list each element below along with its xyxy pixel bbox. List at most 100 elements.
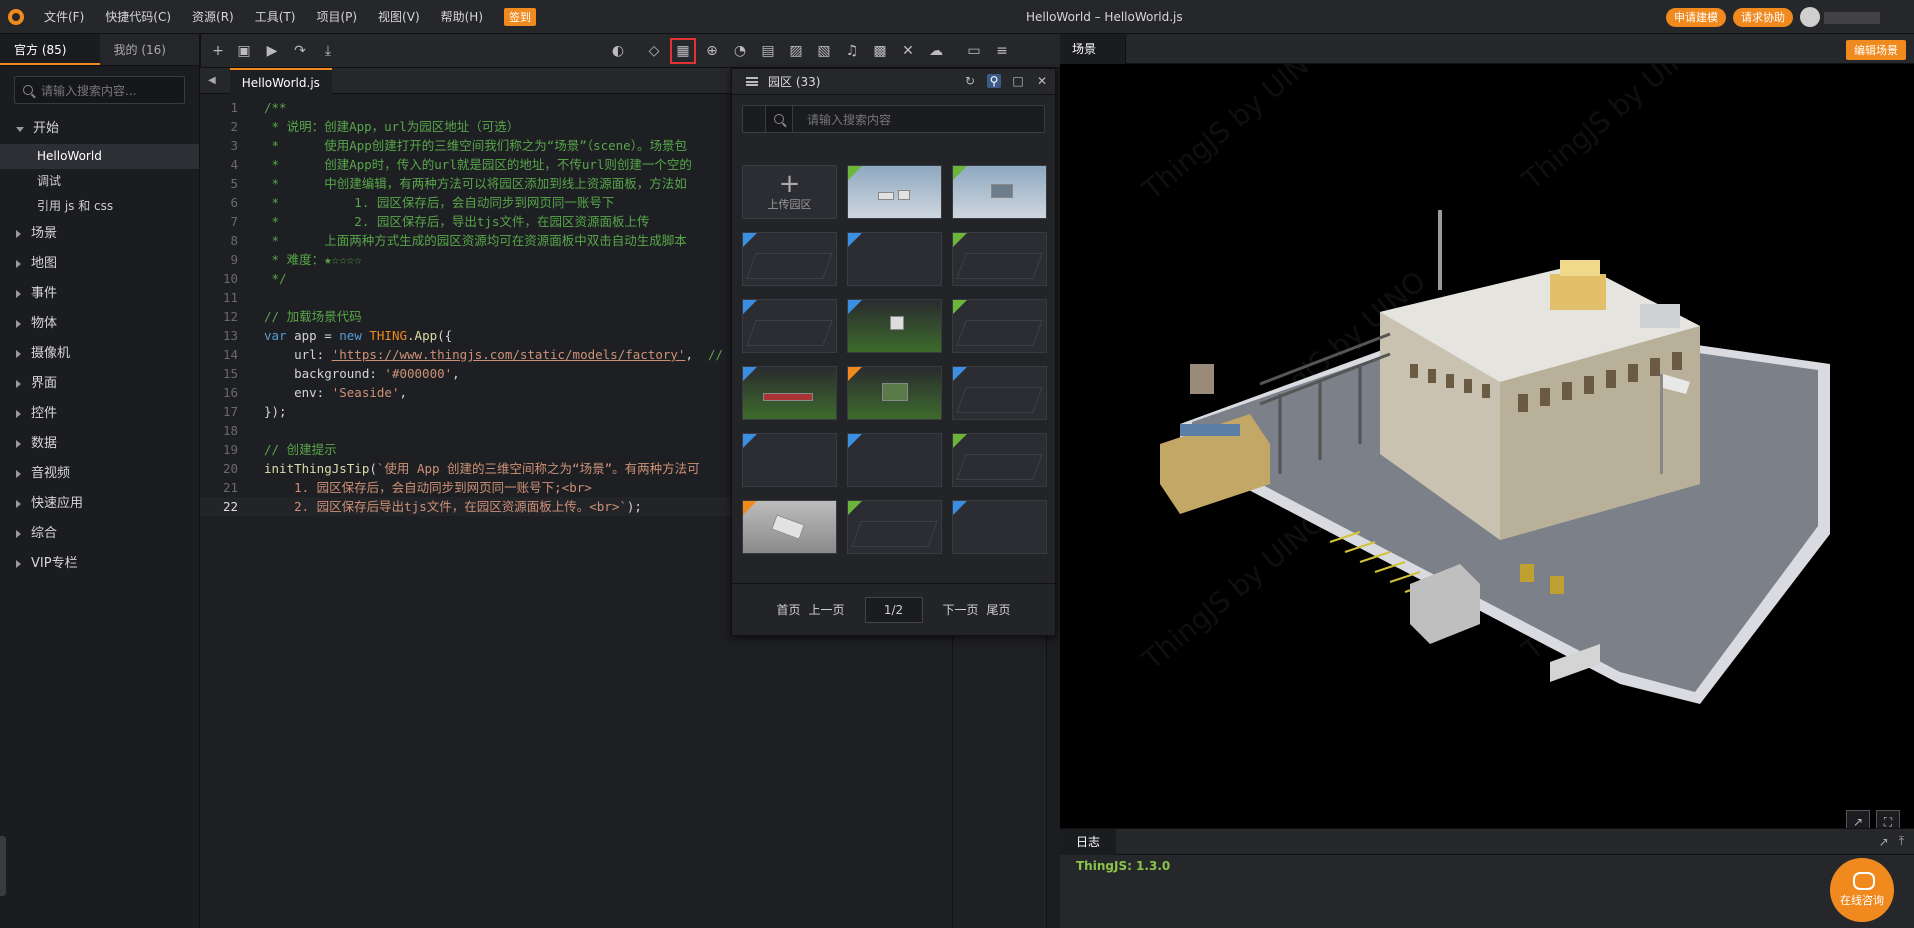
park-thumbnail[interactable] (952, 299, 1047, 353)
tree-node-label: 界面 (31, 376, 58, 391)
park-thumbnail[interactable] (952, 500, 1047, 554)
theme-icon[interactable]: ◐ (609, 42, 627, 60)
menu-file[interactable]: 文件(F) (44, 8, 84, 25)
settings-icon[interactable]: ≡ (993, 42, 1011, 60)
layout-icon[interactable]: ▤ (759, 42, 777, 60)
next-page-link[interactable]: 下一页 (943, 601, 979, 618)
tree-node-media[interactable]: 音视频 (0, 459, 199, 489)
menu-view[interactable]: 视图(V) (378, 8, 420, 25)
tree-node-map[interactable]: 地图 (0, 249, 199, 279)
prev-page-link[interactable]: 上一页 (808, 601, 844, 618)
upload-park-button[interactable]: + 上传园区 (742, 165, 837, 219)
pin-icon[interactable]: ⚲ (987, 74, 1001, 88)
cube-icon[interactable]: ◇ (645, 42, 663, 60)
last-page-link[interactable]: 尾页 (987, 601, 1011, 618)
menu-shortcut-code[interactable]: 快捷代码(C) (105, 8, 171, 25)
tree-node-vip[interactable]: VIP专栏 (0, 549, 199, 579)
apply-build-button[interactable]: 申请建模 (1666, 8, 1726, 27)
menu-icon[interactable] (746, 77, 758, 86)
tree-node-start[interactable]: 开始 (0, 114, 199, 144)
log-popout-icon[interactable]: ↗ (1879, 835, 1889, 849)
new-file-icon[interactable]: + (209, 42, 227, 60)
page-number-input[interactable]: 1/2 (864, 596, 923, 623)
park-thumbnail[interactable] (742, 500, 837, 554)
online-consult-button[interactable]: 在线咨询 (1830, 858, 1894, 922)
menu-tools[interactable]: 工具(T) (255, 8, 296, 25)
menu-resources[interactable]: 资源(R) (192, 8, 234, 25)
menu-help[interactable]: 帮助(H) (441, 8, 483, 25)
log-upload-icon[interactable]: ⤒ (1899, 834, 1904, 849)
park-library-panel: 园区 (33) ↻ ⚲ □ ✕ 请输入搜索内容 + 上传园区 首页 上一页 1/… (731, 68, 1056, 636)
feedback-edge-tab[interactable] (0, 836, 6, 896)
ask-help-button[interactable]: 请求协助 (1733, 8, 1793, 27)
park-thumbnail[interactable] (847, 232, 942, 286)
tree-node-camera[interactable]: 摄像机 (0, 339, 199, 369)
3d-viewport[interactable]: ThingJS by UINO ThingJS by UINO ThingJS … (1060, 64, 1914, 858)
tree-leaf-debug[interactable]: 调试 (0, 169, 199, 194)
chart-icon[interactable]: ◔ (731, 42, 749, 60)
chevron-right-icon (16, 560, 21, 568)
collapse-left-icon[interactable]: ◀ (208, 75, 216, 86)
tree-node-quick-app[interactable]: 快速应用 (0, 489, 199, 519)
park-panel-title: 园区 (33) (768, 75, 821, 89)
park-thumbnail[interactable] (742, 433, 837, 487)
globe-icon[interactable]: ⊕ (703, 42, 721, 60)
download-icon[interactable]: ⤓ (319, 42, 337, 60)
tree-node-scene[interactable]: 场景 (0, 219, 199, 249)
tree-node-object[interactable]: 物体 (0, 309, 199, 339)
park-thumbnail[interactable] (952, 433, 1047, 487)
sidebar-search-placeholder: 请输入搜索内容... (41, 83, 137, 98)
tree-node-event[interactable]: 事件 (0, 279, 199, 309)
app-logo-icon (8, 8, 24, 25)
save-icon[interactable]: ▣ (235, 42, 253, 60)
tab-official[interactable]: 官方 (85) (0, 34, 100, 65)
tree-node-data[interactable]: 数据 (0, 429, 199, 459)
refresh-icon[interactable]: ↻ (963, 74, 977, 88)
tools-icon[interactable]: ✕ (899, 42, 917, 60)
park-thumbnail[interactable] (952, 366, 1047, 420)
music-icon[interactable]: ♫ (843, 42, 861, 60)
cloud-icon[interactable]: ☁ (927, 42, 945, 60)
picture-icon[interactable]: ▨ (787, 42, 805, 60)
file-tab-helloworld[interactable]: HelloWorld.js (229, 67, 332, 94)
park-search-placeholder: 请输入搜索内容 (807, 112, 892, 127)
menu-project[interactable]: 项目(P) (316, 8, 357, 25)
park-thumbnail[interactable] (742, 299, 837, 353)
tree-leaf-helloworld[interactable]: HelloWorld (0, 144, 199, 169)
park-search-input[interactable]: 请输入搜索内容 (742, 105, 1045, 133)
avatar[interactable] (1800, 7, 1820, 27)
tab-log[interactable]: 日志 (1060, 828, 1117, 855)
tab-mine[interactable]: 我的 (16) (99, 34, 199, 65)
widgets-icon[interactable]: ▩ (871, 42, 889, 60)
park-thumbnail[interactable] (847, 299, 942, 353)
notes-icon[interactable]: ▭ (965, 42, 983, 60)
run-icon[interactable]: ▶ (263, 42, 281, 60)
tree-node-widget[interactable]: 控件 (0, 399, 199, 429)
window-title: HelloWorld – HelloWorld.js (1026, 10, 1183, 24)
tree-node-ui[interactable]: 界面 (0, 369, 199, 399)
park-thumbnail[interactable] (847, 433, 942, 487)
tree-leaf-include[interactable]: 引用 js 和 css (0, 194, 199, 219)
tab-scene[interactable]: 场景 (1060, 33, 1126, 64)
park-thumbnail[interactable] (952, 165, 1047, 219)
chevron-right-icon (16, 380, 21, 388)
park-thumbnail[interactable] (847, 500, 942, 554)
park-thumbnail[interactable] (742, 366, 837, 420)
signin-button[interactable]: 签到 (504, 7, 537, 26)
maximize-icon[interactable]: □ (1011, 74, 1025, 88)
tree-node-label: 音视频 (31, 466, 71, 481)
park-thumbnail[interactable] (742, 232, 837, 286)
park-library-icon[interactable]: ▦ (670, 38, 696, 64)
park-thumbnail[interactable] (847, 366, 942, 420)
tree-node-general[interactable]: 综合 (0, 519, 199, 549)
first-page-link[interactable]: 首页 (776, 601, 800, 618)
park-thumbnail[interactable] (952, 232, 1047, 286)
image-icon[interactable]: ▧ (815, 42, 833, 60)
park-thumbnail[interactable] (847, 165, 942, 219)
sidebar-search-input[interactable]: 请输入搜索内容... (14, 76, 185, 104)
close-icon[interactable]: ✕ (1035, 74, 1049, 88)
park-grid: + 上传园区 (742, 165, 1047, 554)
tree-node-label: 数据 (31, 436, 58, 451)
edit-scene-button[interactable]: 编辑场景 (1846, 40, 1906, 60)
share-icon[interactable]: ↷ (291, 42, 309, 60)
